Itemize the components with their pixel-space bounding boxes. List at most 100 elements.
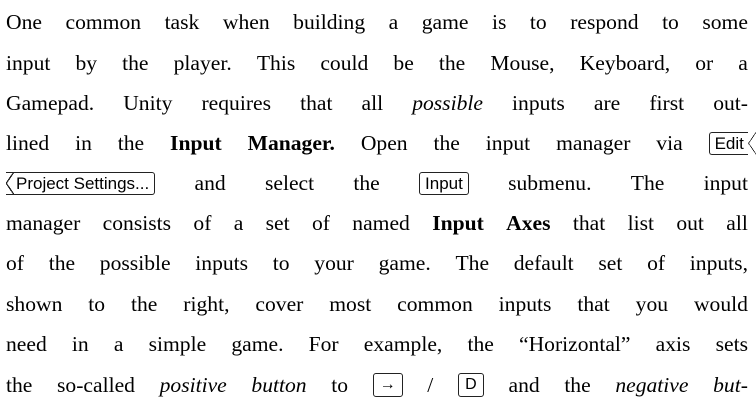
paragraph-line-7: of the possible inputs to your game. The default… [6,246,748,280]
word: The [630,171,665,195]
word: simple [148,332,207,356]
paragraph-line-8: shown to the right, cover most common inputs tha… [6,287,748,321]
word: inputs, [689,251,748,275]
keycap-right-arrow: → [372,373,403,397]
word: of [193,211,212,235]
word: The [455,251,490,275]
word: This [256,51,296,75]
word: of [6,251,24,275]
menu-key-project-settings: Project Settings... [6,171,156,195]
bold-term-input-manager: Manager. [247,131,335,155]
paragraph-line-3: Gamepad. Unity requires that all possible inpu… [6,86,748,120]
word: list [627,211,654,235]
word: game [421,10,469,34]
word: named [352,211,410,235]
word: the [564,373,591,397]
menu-key-edit: Edit [708,131,756,155]
word: task [164,10,200,34]
word: game. [378,251,431,275]
word: all [726,211,748,235]
word: first [649,91,685,115]
emphasis-negative-button: negative [615,373,689,397]
paragraph-line-10: the so-called positive button to → / Dand the neg… [6,368,748,402]
word: manager [6,211,81,235]
word: that [572,211,606,235]
word: is [491,10,507,34]
word: a [388,10,399,34]
word: consists [102,211,172,235]
word: set [598,251,623,275]
emphasis-positive-button: positive [159,373,227,397]
word: right, [183,292,230,316]
word: a [113,332,124,356]
word: set [265,211,290,235]
word: player. [173,51,232,75]
word: game. [231,332,284,356]
word: lined [6,131,50,155]
word: of [311,211,330,235]
word: that [300,91,333,115]
word: via [656,131,683,155]
emphasis-positive-button: button [251,373,307,397]
word: you [635,292,669,316]
emphasis-possible: possible [412,91,483,115]
word: the [467,332,494,356]
word: the [117,131,145,155]
emphasis-negative-button: but- [713,373,748,397]
word: out- [713,91,748,115]
word: so-called [57,373,135,397]
word: “Horizontal” [518,332,631,356]
paragraph-line-4: lined in the Input Manager. Open the input manag… [6,126,756,160]
word: default [513,251,574,275]
word: manager [556,131,631,155]
word: to [529,10,547,34]
paragraph-line-1: One common task when building a game is to respon… [6,5,748,39]
word: the [438,51,466,75]
word: respond [570,10,639,34]
word: the [353,171,380,195]
word: submenu. [508,171,592,195]
word: the [6,373,33,397]
word: are [593,91,621,115]
word: to [662,10,679,34]
paragraph-line-2: input by the player. This could be the Mouse, Key… [6,46,748,80]
word: example, [363,332,443,356]
word: inputs [195,251,249,275]
word: to [88,292,106,316]
slash: / [427,373,434,397]
word: that [577,292,610,316]
word: One [6,10,42,34]
word: be [393,51,414,75]
document-page: One common task when building a game is to respon… [0,0,756,411]
word: the [433,131,460,155]
word: axis [655,332,691,356]
menu-key-input: Input [419,171,469,195]
word: and [194,171,226,195]
word: cover [255,292,304,316]
word: the [131,292,158,316]
word: most [329,292,372,316]
word: a [233,211,244,235]
word: input [6,51,51,75]
word: could [320,51,369,75]
paragraph-line-9: need in a simple game. For example, the “Horizon… [6,327,748,361]
bold-term-input-axes: Axes [506,211,551,235]
word: in [75,131,92,155]
word: your [314,251,354,275]
word: to [272,251,290,275]
word: some [702,10,748,34]
word: a [738,51,748,75]
word: inputs [512,91,565,115]
bold-term-input-axes: Input [432,211,484,235]
word: the [48,251,76,275]
bold-term-input-manager: Input [170,131,222,155]
word: and [508,373,540,397]
word: possible [99,251,171,275]
word: to [331,373,348,397]
word: in [71,332,89,356]
word: Gamepad. [6,91,95,115]
word: requires [201,91,272,115]
word: input [485,131,531,155]
word: common [65,10,142,34]
word: For [308,332,339,356]
